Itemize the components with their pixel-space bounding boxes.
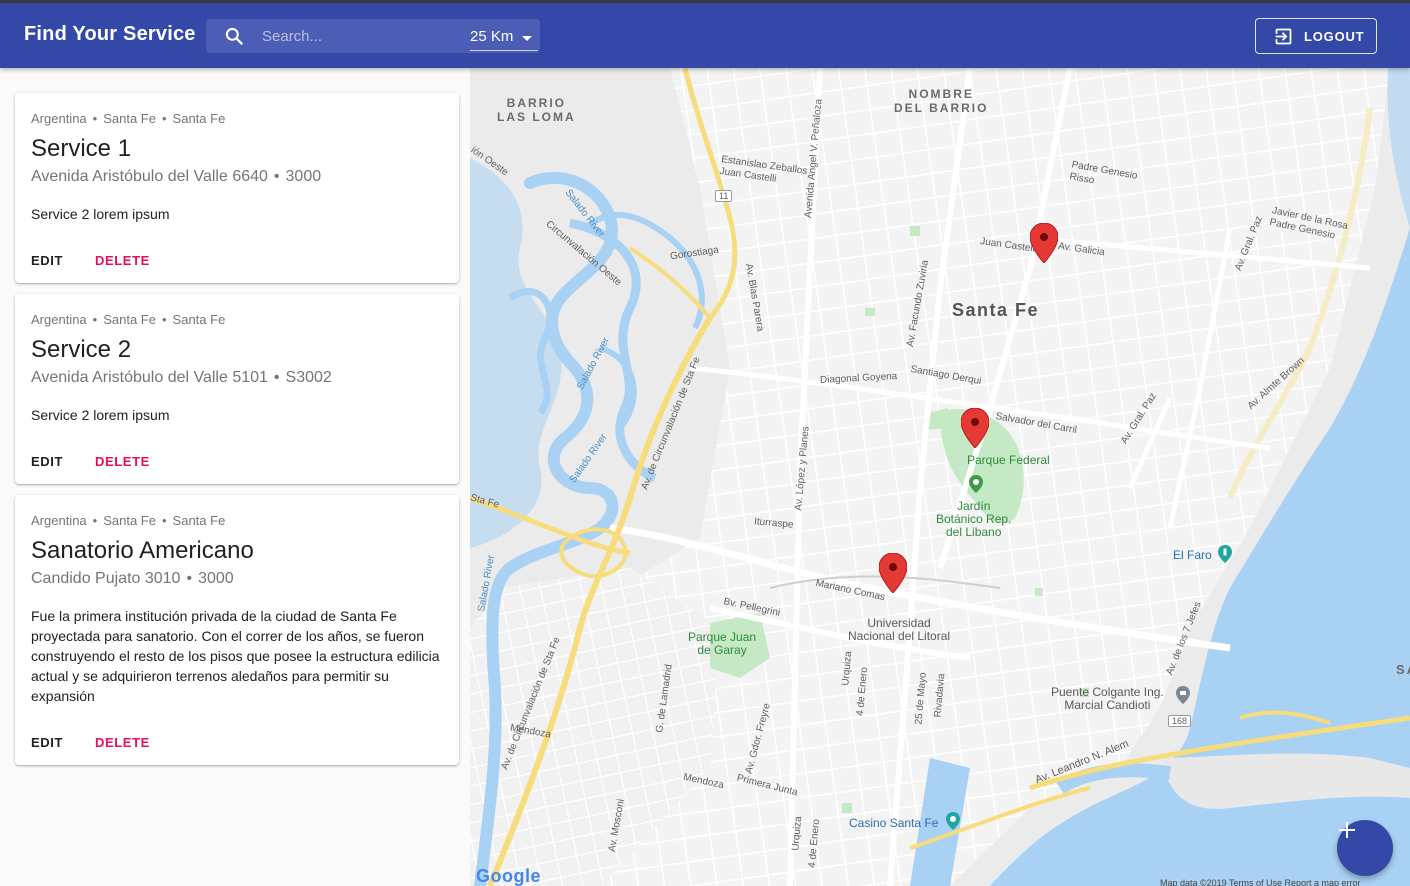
map-label-universidad: Universidad Nacional del Litoral <box>848 616 951 643</box>
map-label-san: SAN <box>1396 662 1410 677</box>
service-address: Avenida Aristóbulo del Valle 6640 • 3000 <box>31 168 322 185</box>
edit-button[interactable]: EDIT <box>31 443 77 479</box>
map-marker-icon[interactable] <box>961 408 989 448</box>
plus-icon <box>1339 822 1355 838</box>
map-label-parque-federal: Parque Federal <box>967 453 1050 467</box>
add-service-button[interactable] <box>1337 820 1393 876</box>
map-label-parque-juan-de-garay: Parque Juan de Garay <box>688 630 757 657</box>
location-breadcrumb: Argentina • Santa Fe • Santa Fe <box>31 513 226 528</box>
province: Santa Fe <box>103 513 156 528</box>
map-label-casino: Casino Santa Fe <box>849 816 939 830</box>
google-logo-text: Google <box>476 866 541 886</box>
logout-label: LOGOUT <box>1304 29 1365 44</box>
search-input[interactable] <box>262 19 462 53</box>
location-breadcrumb: Argentina • Santa Fe • Santa Fe <box>31 312 226 327</box>
service-description: Service 2 lorem ipsum <box>31 407 170 423</box>
delete-button[interactable]: DELETE <box>95 242 161 278</box>
postal-code: 3000 <box>285 168 322 185</box>
street: Avenida Aristóbulo del Valle 5101 <box>31 369 268 386</box>
city: Santa Fe <box>172 111 226 126</box>
map-marker-icon[interactable] <box>879 553 907 593</box>
map-label-santa-fe: Santa Fe <box>952 300 1040 320</box>
lighthouse-icon <box>1218 545 1232 563</box>
city: Santa Fe <box>172 312 226 327</box>
chevron-down-icon <box>522 36 532 41</box>
route-168-shield: 168 <box>1168 715 1192 727</box>
bridge-landmark-icon <box>1176 686 1190 704</box>
country: Argentina <box>31 111 87 126</box>
map-marker-icon[interactable] <box>1030 223 1058 263</box>
map-label-puente-colgante: Puente Colgante Ing. Marcial Candioti <box>1051 685 1164 712</box>
radius-select[interactable]: 25 Km <box>470 26 536 48</box>
province: Santa Fe <box>103 111 156 126</box>
radius-underline <box>470 50 538 51</box>
logout-button[interactable]: LOGOUT <box>1255 18 1377 54</box>
route-11-shield: 11 <box>715 190 733 202</box>
city: Santa Fe <box>172 513 226 528</box>
app-title: Find Your Service <box>24 23 196 45</box>
map-label-el-faro: El Faro <box>1173 548 1212 562</box>
radius-value: 25 Km <box>470 28 514 45</box>
search-box[interactable]: 25 Km <box>206 19 540 53</box>
botanical-garden-icon <box>969 475 983 493</box>
street: Candido Pujato 3010 <box>31 570 181 587</box>
province: Santa Fe <box>103 312 156 327</box>
location-breadcrumb: Argentina • Santa Fe • Santa Fe <box>31 111 226 126</box>
service-name: Service 1 <box>31 135 132 162</box>
map-view[interactable]: BARRIO LAS LOMA NOMBRE DEL BARRIO Santa … <box>470 68 1410 886</box>
country: Argentina <box>31 312 87 327</box>
service-card: Argentina • Santa Fe • Santa Fe Sanatorio Am… <box>15 495 459 765</box>
map-footer: Map data ©2019 Terms of Use Report a map… <box>1160 878 1361 886</box>
country: Argentina <box>31 513 87 528</box>
service-address: Candido Pujato 3010 • 3000 <box>31 570 234 587</box>
street: Avenida Aristóbulo del Valle 6640 <box>31 168 268 185</box>
service-name: Service 2 <box>31 336 132 363</box>
service-name: Sanatorio Americano <box>31 537 254 564</box>
logout-icon <box>1275 28 1292 45</box>
casino-icon <box>946 812 960 830</box>
search-icon <box>225 27 243 45</box>
map-label-jardin-botanico: Jardín Botánico Rep. del Libano <box>936 499 1012 539</box>
google-logo: Google <box>476 866 541 886</box>
postal-code: 3000 <box>198 570 234 587</box>
service-description: Fue la primera institución privada de la… <box>31 608 440 704</box>
map-label-nombre-del-barrio: NOMBRE DEL BARRIO <box>894 87 989 115</box>
edit-button[interactable]: EDIT <box>31 724 77 760</box>
service-description: Service 2 lorem ipsum <box>31 206 170 222</box>
service-card: Argentina • Santa Fe • Santa Fe Service 1 Av… <box>15 93 459 283</box>
service-address: Avenida Aristóbulo del Valle 5101 • S3002 <box>31 369 332 386</box>
service-card: Argentina • Santa Fe • Santa Fe Service 2 Av… <box>15 294 459 484</box>
delete-button[interactable]: DELETE <box>95 724 161 760</box>
edit-button[interactable]: EDIT <box>31 242 77 278</box>
map-canvas[interactable] <box>470 68 1410 886</box>
app-bar: Find Your Service 25 Km LOGOUT <box>0 3 1410 68</box>
service-list: Argentina • Santa Fe • Santa Fe Service 1 Av… <box>0 68 470 886</box>
delete-button[interactable]: DELETE <box>95 443 161 479</box>
map-label-barrio-las-loma: BARRIO LAS LOMA <box>497 96 576 124</box>
postal-code: S3002 <box>285 369 332 386</box>
